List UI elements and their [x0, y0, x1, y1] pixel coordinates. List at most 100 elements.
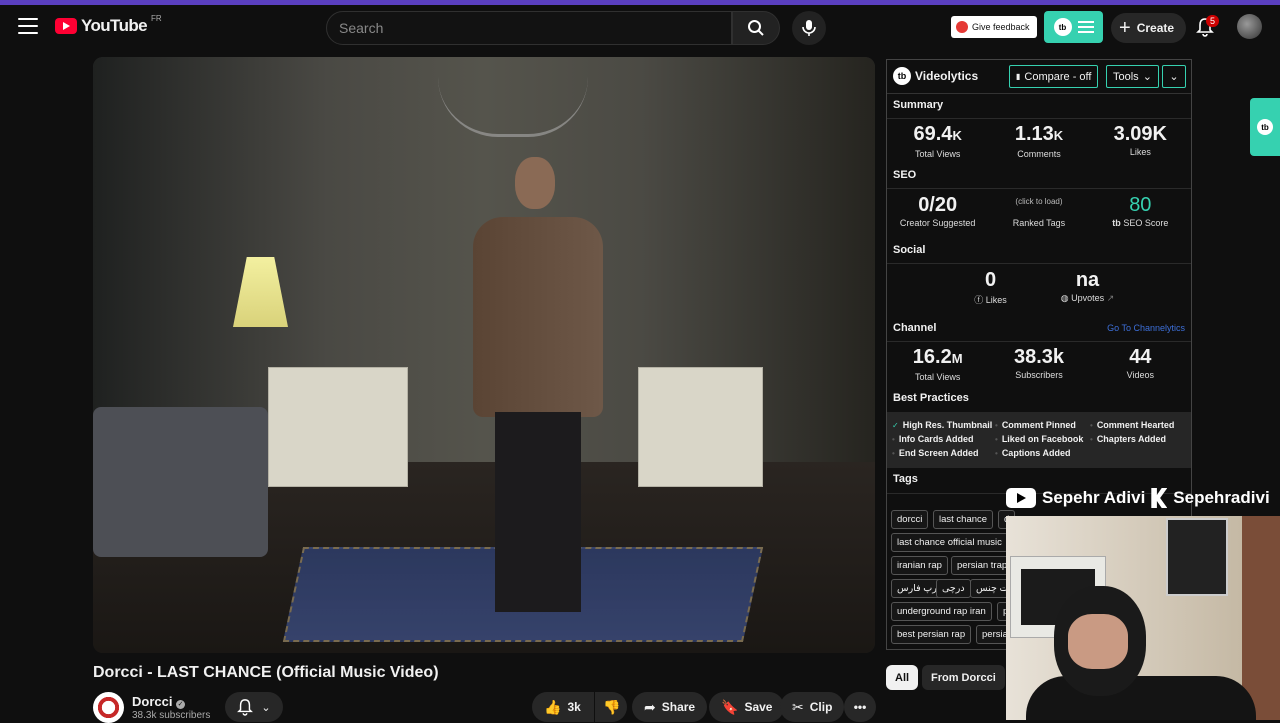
seo-stats: 0/20 Creator Suggested (click to load) R… — [887, 194, 1191, 228]
more-actions-button[interactable]: ••• — [844, 692, 876, 722]
social-heading: Social — [893, 244, 926, 256]
channel-avatar[interactable] — [93, 692, 124, 723]
seo-score-label-wrap: tb SEO Score — [1090, 218, 1191, 228]
search-button[interactable] — [732, 11, 780, 45]
likes-value: 3.09K — [1113, 123, 1167, 145]
videolytics-logo-icon: tb — [893, 67, 911, 85]
channel-subscribers-stat: 38.3k Subscribers — [988, 346, 1089, 382]
divider — [887, 118, 1191, 119]
collapse-button[interactable]: ⌄ — [1162, 65, 1186, 88]
tag-chip[interactable]: last chance — [933, 510, 994, 529]
tools-button[interactable]: Tools ⌄ — [1106, 65, 1159, 88]
channelytics-link[interactable]: Go To Channelytics — [1107, 323, 1185, 333]
video-player[interactable] — [93, 57, 875, 653]
bell-icon — [237, 699, 254, 716]
tubebuddy-icon: tb — [1112, 218, 1121, 228]
ranked-tags-stat[interactable]: (click to load) Ranked Tags — [988, 194, 1089, 228]
tag-chip[interactable]: underground rap iran — [891, 602, 992, 621]
verified-icon: ✓ — [176, 700, 186, 709]
video-frame-cabinet-right — [638, 367, 763, 487]
total-views-label: Total Views — [914, 149, 961, 159]
seo-score-value: 80 — [1129, 194, 1152, 216]
ranked-tags-load-link[interactable]: (click to load) — [988, 194, 1089, 216]
best-practices-heading: Best Practices — [893, 392, 969, 404]
channel-views-value: 16.2 — [912, 346, 952, 368]
facebook-icon: ⓕ — [974, 295, 984, 305]
account-avatar[interactable] — [1237, 14, 1262, 39]
channel-videos-stat: 44 Videos — [1090, 346, 1191, 382]
channel-heading: Channel — [893, 322, 937, 334]
share-icon: ➦ — [644, 698, 656, 715]
channel-name[interactable]: Dorcci ✓ — [132, 694, 186, 709]
tag-chip[interactable]: درچی — [936, 579, 971, 598]
menu-icon[interactable] — [18, 18, 38, 34]
best-practices-list: ✓ High Res. Thumbnail • Comment Pinned • Co… — [887, 412, 1191, 468]
like-count: 3k — [567, 700, 581, 714]
upvotes-stat: na ◍ Upvotes ↗ — [1039, 269, 1136, 306]
comments-stat: 1.13K Comments — [988, 123, 1089, 159]
compare-button[interactable]: ▮ Compare - off — [1009, 65, 1099, 88]
dot-icon: • — [892, 434, 895, 444]
external-link-icon[interactable]: ↗ — [1107, 293, 1115, 303]
best-practice-item: • Liked on Facebook — [995, 434, 1084, 444]
like-button[interactable]: 👍 3k — [532, 692, 594, 722]
video-frame-person — [473, 157, 603, 627]
webcam-door — [1242, 516, 1280, 720]
channel-views-stat: 16.2M Total Views — [887, 346, 988, 382]
search-input[interactable]: Search — [326, 11, 732, 45]
save-button[interactable]: 🔖 Save — [709, 692, 785, 722]
chevron-down-icon: ⌄ — [1169, 71, 1179, 83]
best-practice-item: • Captions Added — [995, 448, 1071, 458]
tags-heading: Tags — [893, 473, 918, 485]
bar-chart-icon: ▮ — [1016, 72, 1021, 81]
divider — [887, 188, 1191, 189]
creator-suggested-label: Creator Suggested — [899, 218, 976, 228]
ranked-tags-label: Ranked Tags — [1012, 218, 1066, 228]
channel-videos-label: Videos — [1126, 370, 1154, 380]
dot-icon: • — [1090, 420, 1093, 430]
tag-chip[interactable]: last chance official music — [891, 533, 1008, 552]
tools-label: Tools — [1113, 70, 1139, 83]
kick-icon — [1151, 488, 1168, 508]
divider — [887, 263, 1191, 264]
video-frame-sofa — [93, 407, 268, 557]
channel-stats: 16.2M Total Views 38.3k Subscribers 44 V… — [887, 346, 1191, 382]
search-icon — [748, 20, 764, 36]
comments-value: 1.13 — [1014, 123, 1054, 145]
videolytics-side-tab[interactable]: tb — [1250, 98, 1280, 156]
voice-search-button[interactable] — [792, 11, 826, 45]
video-title: Dorcci - LAST CHANCE (Official Music Vid… — [93, 664, 439, 681]
notification-badge: 5 — [1206, 15, 1220, 27]
youtube-logo[interactable]: YouTube FR — [55, 14, 162, 36]
search-placeholder: Search — [339, 20, 384, 36]
videolytics-header: tb Videolytics ▮ Compare - off Tools ⌄ ⌄ — [887, 60, 1191, 94]
share-button[interactable]: ➦ Share — [632, 692, 708, 722]
feedback-label: Give feedback — [972, 22, 1030, 32]
logo-text: YouTube — [81, 16, 148, 35]
videolytics-brand: Videolytics — [915, 69, 979, 83]
subscription-notifications-button[interactable]: ⌄ — [225, 692, 283, 722]
clip-button[interactable]: ✂ Clip — [780, 692, 845, 722]
overlay-kick-name: Sepehradivi — [1173, 488, 1270, 507]
total-views-value: 69.4 — [913, 123, 953, 145]
tag-chip[interactable]: dorcci — [891, 510, 929, 529]
videolytics-toggle-button[interactable]: tb — [1044, 11, 1103, 43]
tag-chip[interactable]: persian trap — [951, 556, 1014, 575]
tag-chip[interactable]: iranian rap — [891, 556, 948, 575]
create-label: Create — [1136, 21, 1175, 35]
upvotes-value: na — [1075, 269, 1100, 291]
scissors-icon: ✂ — [792, 698, 804, 715]
divider — [887, 341, 1191, 342]
comments-unit: K — [1053, 128, 1064, 143]
chevron-down-icon: ⌄ — [1142, 71, 1152, 83]
tag-chip[interactable]: best persian rap — [891, 625, 972, 644]
create-button[interactable]: + Create — [1111, 13, 1187, 43]
share-label: Share — [661, 700, 696, 714]
bookmark-icon: 🔖 — [721, 698, 739, 715]
dislike-button[interactable]: 👎 — [595, 692, 627, 722]
chip-from-channel[interactable]: From Dorcci — [922, 665, 1005, 690]
chip-all[interactable]: All — [886, 665, 919, 690]
check-icon: ✓ — [892, 420, 899, 430]
give-feedback-button[interactable]: Give feedback — [951, 16, 1037, 38]
best-practice-item: ✓ High Res. Thumbnail — [892, 420, 993, 430]
